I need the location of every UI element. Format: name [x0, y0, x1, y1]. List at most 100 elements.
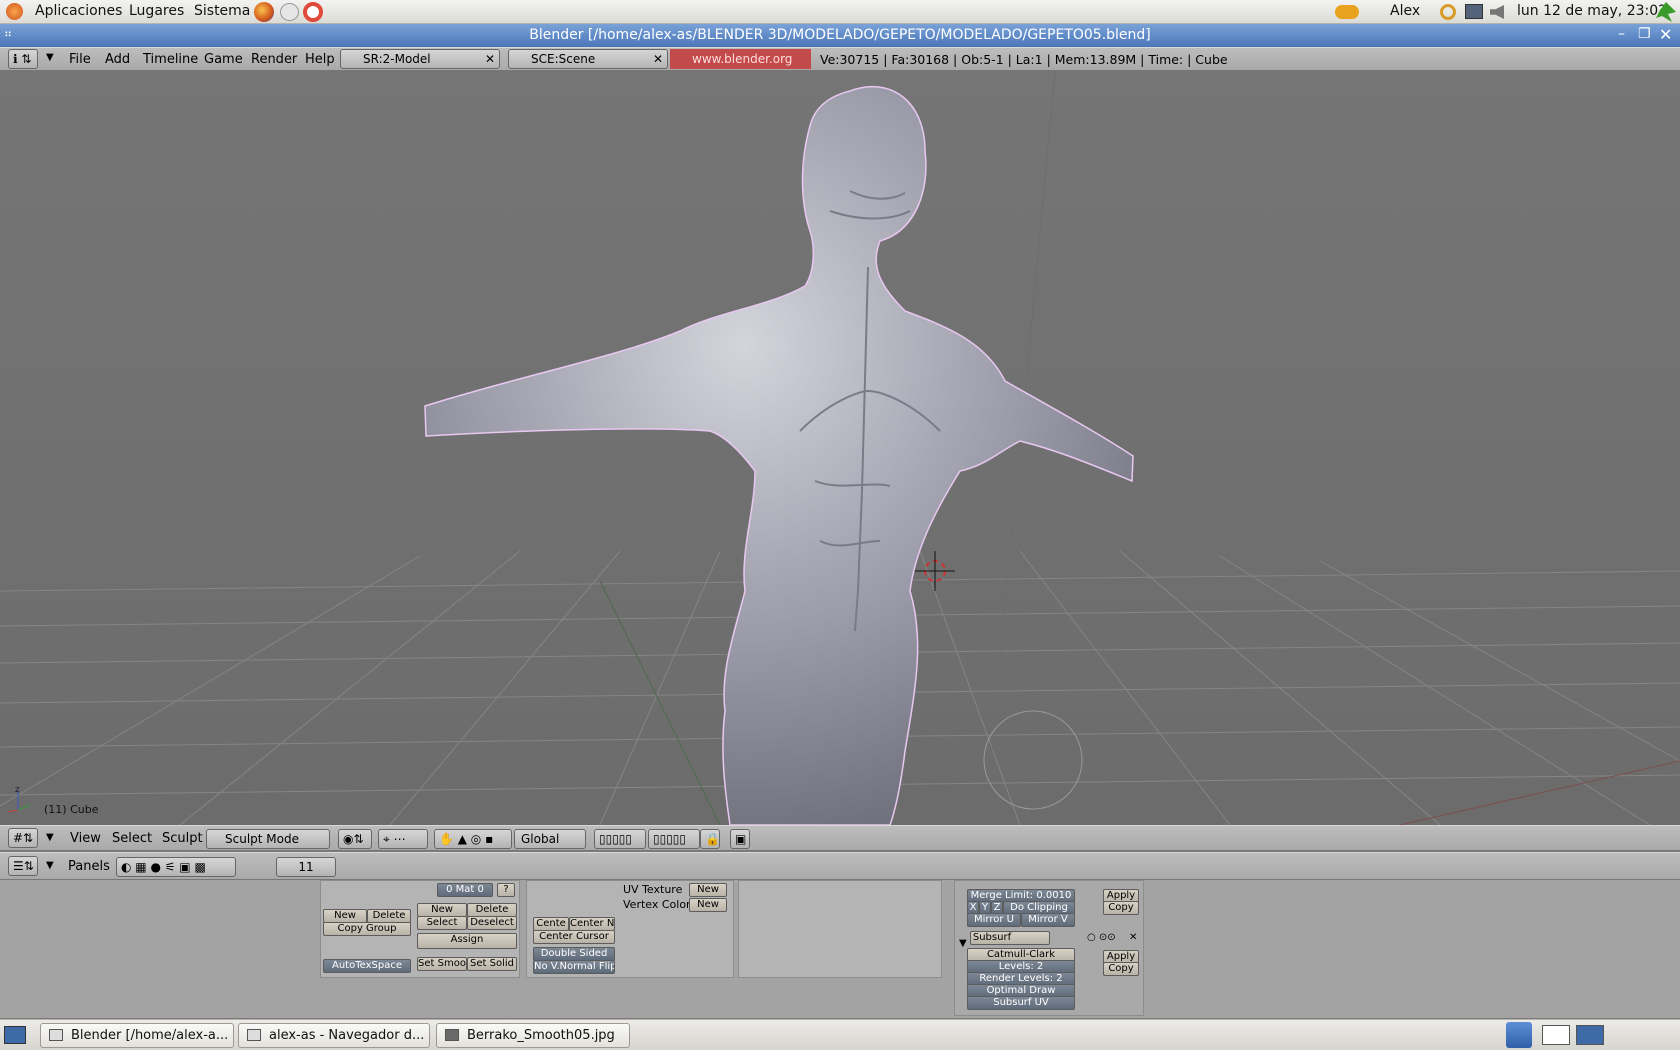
- render-preview-icon[interactable]: ▣: [730, 829, 750, 849]
- 3d-viewport[interactable]: z (11) Cube: [0, 71, 1680, 825]
- view-collapse-icon[interactable]: ▼: [46, 832, 54, 843]
- vertex-color-label: Vertex Color: [623, 898, 691, 911]
- workspace-2[interactable]: [1576, 1025, 1604, 1045]
- buttons-window: 0 Mat 0 ? New Delete Copy Group AutoTexS…: [0, 880, 1680, 1018]
- mode-label: Sculpt Mode: [225, 832, 299, 846]
- set-smooth-button[interactable]: Set Smoo: [417, 957, 467, 971]
- mat-new-button[interactable]: New: [417, 903, 467, 917]
- window-titlebar[interactable]: ⠶ Blender [/home/alex-as/BLENDER 3D/MODE…: [0, 24, 1680, 47]
- editor-type-buttons-icon[interactable]: ☰⇅: [8, 856, 38, 876]
- buttons-collapse-icon[interactable]: ▼: [46, 860, 54, 871]
- link-materials-panel: 0 Mat 0 ? New Delete Copy Group AutoTexS…: [320, 880, 520, 978]
- sculpt-model[interactable]: [424, 86, 1134, 825]
- screen-delete-icon[interactable]: ✕: [485, 50, 495, 68]
- scene-selector[interactable]: SCE:Scene ✕: [508, 49, 668, 69]
- mat-deselect-button[interactable]: Deselect: [467, 916, 517, 930]
- menu-view[interactable]: View: [70, 831, 101, 846]
- centre-button[interactable]: Cente: [533, 917, 569, 931]
- task-blender-label: Blender [/home/alex-a...: [71, 1028, 229, 1043]
- vgroup-delete-button[interactable]: Delete: [367, 909, 411, 923]
- vgroup-new-button[interactable]: New: [323, 909, 367, 923]
- double-sided-button[interactable]: Double Sided: [533, 947, 615, 961]
- mail-icon[interactable]: [280, 3, 299, 21]
- mirror-copy-button[interactable]: Copy: [1103, 901, 1139, 915]
- menu-file[interactable]: File: [69, 52, 91, 67]
- viewport-canvas[interactable]: z (11) Cube: [0, 71, 1680, 825]
- manipulator-buttons[interactable]: ✋ ▲ ◎ ▪: [434, 829, 512, 849]
- lock-icon[interactable]: 🔒: [700, 829, 720, 849]
- menu-lugares[interactable]: Lugares: [129, 3, 184, 19]
- subsurf-remove-icon[interactable]: ✕: [1129, 932, 1137, 943]
- menu-sistema[interactable]: Sistema: [194, 3, 250, 19]
- menu-add[interactable]: Add: [105, 52, 130, 67]
- trash-icon[interactable]: [1506, 1022, 1532, 1048]
- sculpt-brush-circle: [983, 710, 1083, 810]
- orientation-selector[interactable]: Global: [514, 829, 586, 849]
- network-icon[interactable]: [1335, 5, 1359, 19]
- subsurf-header[interactable]: ▼ Subsurf ○ ⊙⊙ ✕: [959, 931, 1139, 949]
- close-icon[interactable]: ✕: [1659, 25, 1672, 44]
- context-buttons[interactable]: ◐ ▦ ● ⚟ ▣ ▩: [116, 857, 236, 877]
- uv-texture-new-button[interactable]: New: [689, 883, 727, 897]
- blender-version-badge[interactable]: www.blender.org 245: [670, 49, 811, 86]
- search-icon[interactable]: [1440, 4, 1456, 20]
- frame-number-field[interactable]: 11: [276, 857, 336, 877]
- menu-sculpt[interactable]: Sculpt: [162, 831, 203, 846]
- no-vnormal-flip-button[interactable]: No V.Normal Flip: [533, 960, 615, 974]
- info-header: ℹ ⇅ ▼ File Add Timeline Game Render Help…: [0, 47, 1680, 86]
- header-collapse-icon[interactable]: ▼: [46, 52, 54, 63]
- menu-select[interactable]: Select: [112, 831, 152, 846]
- help-icon[interactable]: [303, 2, 323, 22]
- mode-selector[interactable]: Sculpt Mode: [206, 829, 330, 849]
- layers-row-1[interactable]: ▯▯▯▯▯: [594, 829, 646, 849]
- show-desktop-icon[interactable]: [4, 1026, 26, 1044]
- 3d-cursor[interactable]: [915, 551, 955, 591]
- center-new-button[interactable]: Center Ne: [569, 917, 615, 931]
- mat-selector[interactable]: 0 Mat 0: [437, 883, 493, 897]
- workspace-1[interactable]: [1542, 1025, 1570, 1045]
- taskbar: Blender [/home/alex-a... alex-as - Naveg…: [0, 1019, 1680, 1050]
- subsurf-name[interactable]: Subsurf: [969, 931, 1050, 945]
- modifier-toggle-icons[interactable]: ○ ⊙⊙: [1087, 932, 1116, 943]
- copy-group-button[interactable]: Copy Group: [323, 922, 411, 936]
- editor-type-3d-icon[interactable]: #⇅: [8, 828, 38, 848]
- subsurf-copy-button[interactable]: Copy: [1103, 962, 1139, 976]
- menu-game[interactable]: Game: [204, 52, 243, 67]
- mat-assign-button[interactable]: Assign: [417, 933, 517, 949]
- task-image-viewer[interactable]: Berrako_Smooth05.jpg: [436, 1023, 630, 1048]
- center-cursor-button[interactable]: Center Cursor: [533, 930, 615, 944]
- mat-help-button[interactable]: ?: [497, 883, 515, 897]
- maximize-icon[interactable]: ❐: [1638, 26, 1651, 42]
- volume-icon[interactable]: [1490, 5, 1504, 19]
- ubuntu-logo-icon[interactable]: [6, 3, 23, 20]
- scene-delete-icon[interactable]: ✕: [653, 50, 663, 68]
- pivot-button[interactable]: ⌖ ⋯: [378, 829, 428, 849]
- clock[interactable]: lun 12 de may, 23:02: [1517, 3, 1667, 19]
- menu-aplicaciones[interactable]: Aplicaciones: [35, 3, 122, 19]
- vertex-color-new-button[interactable]: New: [689, 898, 727, 912]
- screen-selector[interactable]: SR:2-Model ✕: [340, 49, 500, 69]
- monitor-icon[interactable]: [1465, 4, 1483, 19]
- mirror-v-toggle[interactable]: Mirror V: [1021, 913, 1075, 927]
- mat-select-button[interactable]: Select: [417, 916, 467, 930]
- mirror-u-toggle[interactable]: Mirror U: [967, 913, 1021, 927]
- set-solid-button[interactable]: Set Solid: [467, 957, 517, 971]
- minimize-icon[interactable]: –: [1618, 26, 1625, 42]
- menu-timeline[interactable]: Timeline: [143, 52, 198, 67]
- menu-help[interactable]: Help: [305, 52, 335, 67]
- x-axis-line: [1399, 760, 1680, 825]
- autotexspace-button[interactable]: AutoTexSpace: [323, 959, 411, 973]
- task-blender[interactable]: Blender [/home/alex-a...: [40, 1023, 234, 1048]
- firefox-icon[interactable]: [254, 2, 274, 22]
- editor-type-icon[interactable]: ℹ ⇅: [8, 49, 38, 69]
- frame-number: 11: [298, 860, 314, 874]
- layers-row-2[interactable]: ▯▯▯▯▯: [648, 829, 700, 849]
- subsurf-uv-toggle[interactable]: Subsurf UV: [967, 996, 1075, 1010]
- draw-type-button[interactable]: ◉⇅: [338, 829, 372, 849]
- folder-icon: [247, 1029, 261, 1041]
- scene-stats: Ve:30715 | Fa:30168 | Ob:5-1 | La:1 | Me…: [820, 52, 1228, 67]
- mat-delete-button[interactable]: Delete: [467, 903, 517, 917]
- menu-render[interactable]: Render: [251, 52, 297, 67]
- user-name[interactable]: Alex: [1390, 3, 1420, 19]
- task-file-browser[interactable]: alex-as - Navegador d...: [238, 1023, 430, 1048]
